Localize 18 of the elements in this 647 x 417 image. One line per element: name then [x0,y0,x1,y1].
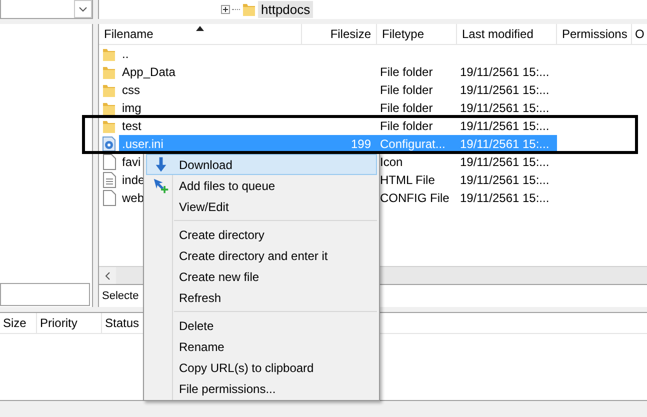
modified-date: 19/11/2561 15:... [460,65,550,79]
modified-date: 19/11/2561 15:... [460,137,550,151]
modified-date: 19/11/2561 15:... [460,191,550,205]
file-type: File folder [380,65,433,79]
file-type: File folder [380,83,433,97]
file-size: 199 [350,137,371,151]
modified-date: 19/11/2561 15:... [460,83,550,97]
file-type: File folder [380,119,433,133]
file-type: Configurat... [380,137,446,151]
status-text: Selecte [102,290,139,302]
modified-date: 19/11/2561 15:... [460,101,550,115]
modified-date: 19/11/2561 15:... [460,173,550,187]
file-type: CONFIG File [380,191,450,205]
modified-date: 19/11/2561 15:... [460,119,550,133]
modified-date: 19/11/2561 15:... [460,155,550,169]
file-type: HTML File [380,173,435,187]
file-type: Icon [380,155,403,169]
file-type: File folder [380,101,433,115]
